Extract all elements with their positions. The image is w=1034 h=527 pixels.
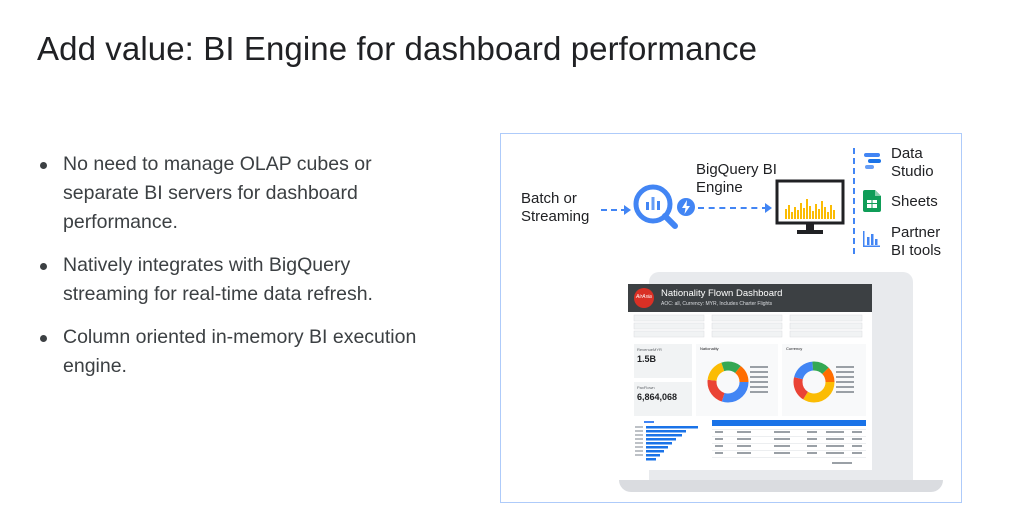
arrow-head <box>624 205 631 215</box>
partner-bi-icon <box>863 231 880 247</box>
flow-arrow <box>698 207 768 209</box>
architecture-figure: Batch or Streaming BigQuery BI Engine Da… <box>500 133 962 503</box>
engine-label: BigQuery BI Engine <box>696 161 777 196</box>
laptop-base <box>619 480 943 492</box>
divider <box>853 148 855 254</box>
airasia-logo: AirAsia <box>634 288 654 308</box>
dashboard-subtitle: AOC: all, Currency: MYR, Includes Charte… <box>661 301 773 307</box>
dashboard-title: Nationality Flown Dashboard <box>661 288 783 299</box>
bi-engine-icon <box>677 198 695 216</box>
dashboard-header: AirAsia Nationality Flown Dashboard AOC:… <box>628 284 872 312</box>
source-label: Batch or Streaming <box>521 190 590 225</box>
arrow-head <box>765 203 772 213</box>
bullet-item: No need to manage OLAP cubes or separate… <box>37 150 437 237</box>
bullet-list: No need to manage OLAP cubes or separate… <box>37 150 437 395</box>
bullet-item: Natively integrates with BigQuery stream… <box>37 251 437 309</box>
bigquery-icon <box>633 184 678 229</box>
monitor-icon <box>775 179 845 234</box>
target-label-data-studio: Data Studio <box>891 145 934 180</box>
target-label-partner-bi: Partner BI tools <box>891 224 942 259</box>
data-studio-icon <box>864 153 881 169</box>
target-label-sheets: Sheets <box>891 193 938 210</box>
dashboard-screen: AirAsia Nationality Flown Dashboard AOC:… <box>628 284 872 470</box>
kpi-card: RevenueMYR 1.5B <box>634 344 692 378</box>
data-table <box>712 420 866 464</box>
slide-title: Add value: BI Engine for dashboard perfo… <box>37 30 758 67</box>
bullet-item: Column oriented in-memory BI execution e… <box>37 323 437 381</box>
kpi-card: PaxFlown 6,864,068 <box>634 382 692 416</box>
bar-chart <box>635 421 698 461</box>
donut-charts <box>707 361 854 403</box>
filter-controls[interactable] <box>628 314 872 340</box>
sheets-icon <box>863 190 881 212</box>
